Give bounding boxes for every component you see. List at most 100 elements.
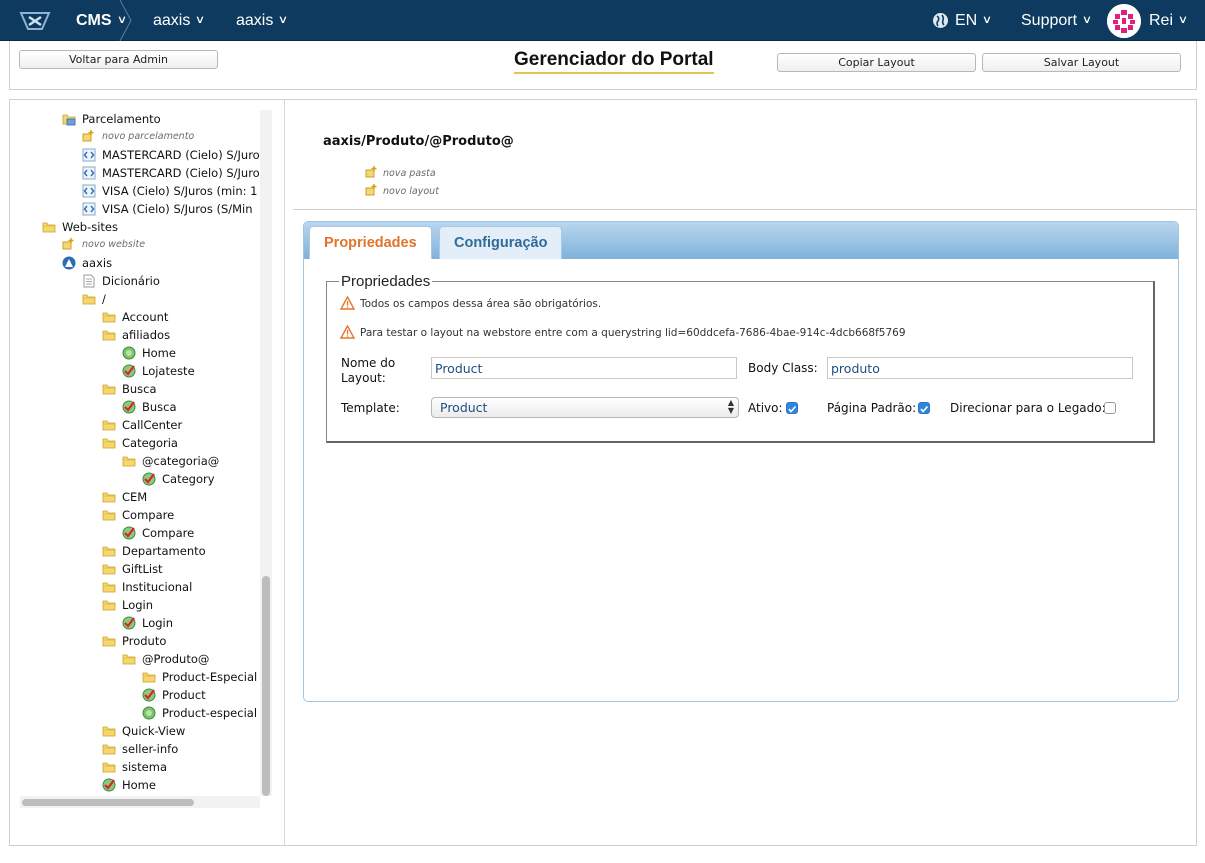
new-icon — [62, 238, 76, 252]
folder-icon — [102, 418, 116, 432]
legacy-redirect-label: Direcionar para o Legado: — [950, 401, 1106, 415]
tree-new-item-link[interactable]: novo parcelamento — [82, 128, 194, 146]
folder-icon — [142, 670, 156, 684]
scrollbar-thumb[interactable] — [262, 576, 270, 796]
tree-item[interactable]: Quick-View — [102, 722, 185, 740]
tree-item[interactable]: GiftList — [102, 560, 163, 578]
tree-new-item-link[interactable]: novo website — [62, 236, 145, 254]
folder-icon — [122, 454, 136, 468]
tree-item[interactable]: Departamento — [102, 542, 206, 560]
select-arrows-icon: ▲ ▼ — [727, 398, 734, 415]
folder-icon — [82, 292, 96, 306]
copy-layout-button[interactable]: Copiar Layout — [777, 53, 976, 72]
tree-item[interactable]: aaxis — [62, 254, 112, 272]
warning-icon — [339, 295, 356, 310]
tab-propriedades[interactable]: Propriedades — [309, 226, 432, 259]
website-menu[interactable]: aaxis ∨ — [236, 0, 289, 41]
tree-item-label: Login — [142, 616, 174, 630]
tree-item[interactable]: Home — [102, 776, 156, 794]
code-icon — [82, 148, 96, 162]
tree-item[interactable]: Login — [122, 614, 173, 632]
tree-item[interactable]: Login — [102, 596, 153, 614]
tree-item[interactable]: CallCenter — [102, 416, 182, 434]
tree-item[interactable]: MASTERCARD (Cielo) S/Juro — [82, 164, 260, 182]
tree-item-label: MASTERCARD (Cielo) S/Juro — [102, 148, 260, 162]
tree-item[interactable]: Home — [122, 344, 176, 362]
chevron-down-icon: ∨ — [1177, 14, 1189, 26]
tree-item[interactable]: Lojateste — [122, 362, 195, 380]
tree-item[interactable]: Account — [102, 308, 168, 326]
save-layout-button[interactable]: Salvar Layout — [982, 53, 1181, 72]
chevron-down-icon: ∨ — [195, 14, 206, 26]
default-page-checkbox[interactable] — [918, 402, 930, 414]
tree-item[interactable]: CEM — [102, 488, 147, 506]
tree-item[interactable]: Institucional — [102, 578, 192, 596]
tree-item[interactable]: sistema — [102, 758, 167, 776]
folder-icon — [102, 310, 116, 324]
folder-icon — [102, 724, 116, 738]
tree-item[interactable]: VISA (Cielo) S/Juros (S/Min — [82, 200, 253, 218]
code-icon — [82, 184, 96, 198]
legacy-redirect-checkbox[interactable] — [1104, 402, 1116, 414]
breadcrumb-separator-icon — [119, 0, 132, 41]
tree-item[interactable]: / — [82, 290, 106, 308]
globe-icon — [142, 706, 156, 720]
tree-item-label: MASTERCARD (Cielo) S/Juro — [102, 166, 260, 180]
tree-item[interactable]: Busca — [102, 380, 157, 398]
tree-item[interactable]: @categoria@ — [122, 452, 219, 470]
tree-item[interactable]: Product-especial — [142, 704, 257, 722]
tree-item[interactable]: Busca — [122, 398, 177, 416]
tree-item[interactable]: afiliados — [102, 326, 170, 344]
website-label: aaxis — [236, 12, 274, 29]
tree-horizontal-scrollbar[interactable] — [20, 796, 260, 808]
cms-label: CMS — [76, 12, 112, 29]
warning-text: Para testar o layout na webstore entre c… — [360, 327, 906, 339]
vtex-logo-icon[interactable] — [18, 9, 52, 33]
new-layout-icon — [365, 184, 377, 196]
tree-item[interactable]: Parcelamento — [62, 110, 161, 128]
chevron-down-icon: ∨ — [1081, 14, 1093, 26]
tree-vertical-scrollbar[interactable] — [260, 110, 272, 796]
layout-editor: aaxis/Produto/@Produto@ nova pasta novo … — [285, 99, 1197, 846]
tree-item[interactable]: MASTERCARD (Cielo) S/Juro — [82, 146, 260, 164]
tree-item-label: VISA (Cielo) S/Juros (S/Min — [102, 202, 253, 216]
checkmark-icon — [788, 405, 797, 413]
tree-item[interactable]: Produto — [102, 632, 166, 650]
new-layout-link[interactable]: novo layout — [365, 184, 439, 197]
tree-item-label: Compare — [122, 508, 175, 522]
user-avatar[interactable] — [1107, 4, 1141, 38]
scrollbar-thumb[interactable] — [22, 799, 194, 806]
folder-icon — [102, 490, 116, 504]
tree-item[interactable]: Dicionário — [82, 272, 160, 290]
tree-item-label: / — [102, 292, 106, 306]
tree-item[interactable]: seller-info — [102, 740, 178, 758]
chevron-down-icon: ∨ — [278, 14, 289, 26]
body-class-input[interactable]: produto — [827, 357, 1133, 379]
tree-item[interactable]: Compare — [122, 524, 194, 542]
tree-item[interactable]: VISA (Cielo) S/Juros (min: 1 — [82, 182, 258, 200]
check-icon — [142, 472, 156, 486]
layout-name-input[interactable]: Product — [431, 357, 737, 379]
tree-item[interactable]: Product-Especial — [142, 668, 257, 686]
tree-item[interactable]: Web-sites — [42, 218, 118, 236]
tree-item[interactable]: Product — [142, 686, 206, 704]
tree-item[interactable]: Compare — [102, 506, 174, 524]
active-checkbox[interactable] — [786, 402, 798, 414]
template-select[interactable]: Product ▲ ▼ — [431, 397, 739, 418]
user-menu[interactable]: Rei ∨ — [1149, 0, 1189, 41]
tree-item-label: Compare — [142, 526, 195, 540]
store-menu[interactable]: aaxis ∨ — [153, 0, 206, 41]
language-menu[interactable]: EN ∨ — [932, 0, 993, 41]
tab-configuracao[interactable]: Configuração — [439, 226, 563, 259]
support-menu[interactable]: Support ∨ — [1021, 0, 1093, 41]
layout-path-title: aaxis/Produto/@Produto@ — [323, 134, 514, 149]
check-icon — [122, 400, 136, 414]
tree-item[interactable]: @Produto@ — [122, 650, 209, 668]
tree-item[interactable]: Category — [142, 470, 215, 488]
folder-icon — [102, 634, 116, 648]
back-to-admin-button[interactable]: Voltar para Admin — [19, 50, 218, 69]
folder-icon — [102, 760, 116, 774]
portal-header: Voltar para Admin Gerenciador do Portal … — [9, 41, 1197, 90]
new-folder-link[interactable]: nova pasta — [365, 166, 436, 179]
tree-item[interactable]: Categoria — [102, 434, 178, 452]
